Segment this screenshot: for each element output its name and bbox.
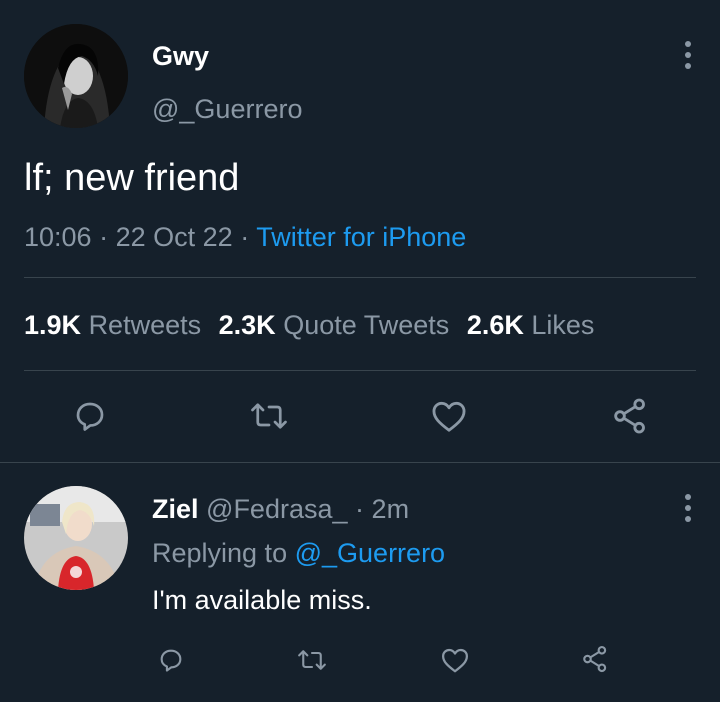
retweets-label: Retweets [88,310,202,340]
quotes-label: Quote Tweets [283,310,450,340]
likes-stat[interactable]: 2.6K Likes [467,310,595,340]
author-avatar[interactable] [24,24,128,128]
replying-to: Replying to @_Guerrero [152,538,445,569]
likes-count: 2.6K [466,310,524,340]
likes-label: Likes [531,310,595,340]
reply-age[interactable]: 2m [372,494,410,524]
replying-to-handle[interactable]: @_Guerrero [295,538,445,568]
reply-author-name[interactable]: Ziel [152,494,199,524]
meta-separator: · [99,222,109,252]
reply-author-avatar[interactable] [24,486,128,590]
reply-author-handle[interactable]: @Fedrasa_ [206,494,347,524]
author-handle[interactable]: @_Guerrero [152,94,302,125]
reply-more-icon[interactable] [683,494,693,522]
more-icon[interactable] [683,41,693,69]
reply-reply-icon[interactable] [156,646,186,674]
tweet-stats: 1.9K Retweets 2.3K Quote Tweets 2.6K Lik… [24,310,594,341]
reply-retweet-icon[interactable] [296,646,328,674]
tweet-source[interactable]: Twitter for iPhone [256,222,466,252]
reply-separator: · [355,494,365,524]
replying-prefix: Replying to [152,538,288,568]
like-icon[interactable] [430,398,468,434]
reply-text: I'm available miss. [152,585,372,615]
retweet-icon[interactable] [249,398,289,434]
divider [24,370,696,371]
reply-share-icon[interactable] [579,644,611,674]
quotes-count: 2.3K [218,310,276,340]
quotes-stat[interactable]: 2.3K Quote Tweets [219,310,457,340]
author-name[interactable]: Gwy [152,41,209,72]
author-avatar-image [24,24,128,128]
reply-header: Ziel @Fedrasa_ · 2m [152,494,409,525]
share-icon[interactable] [609,396,651,436]
reply-like-icon[interactable] [440,646,470,674]
meta-separator: · [240,222,250,252]
tweet-text: lf; new friend [24,157,240,199]
reply-icon[interactable] [72,398,108,434]
retweets-count: 1.9K [24,310,82,340]
retweets-stat[interactable]: 1.9K Retweets [24,310,209,340]
tweet-meta: 10:06 · 22 Oct 22 · Twitter for iPhone [24,222,466,253]
divider [24,277,696,278]
tweet-date[interactable]: 22 Oct 22 [116,222,233,252]
reply-avatar-image [24,486,128,590]
divider [0,462,720,463]
tweet-time[interactable]: 10:06 [24,222,92,252]
